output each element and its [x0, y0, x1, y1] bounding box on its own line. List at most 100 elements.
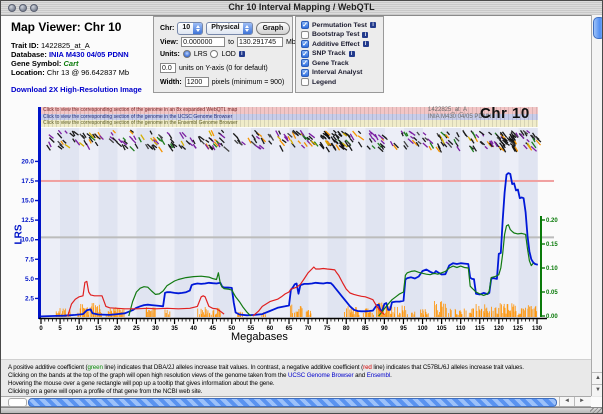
svg-text:0.00: 0.00: [546, 314, 558, 320]
overlay-trait-id: 1422825_at_A: [428, 107, 467, 113]
additive-effect-info-icon[interactable]: [363, 41, 369, 47]
units-lod-radio[interactable]: [210, 50, 218, 58]
svg-text:80: 80: [343, 326, 350, 332]
lrs-axis-title: LRS: [14, 225, 25, 245]
yaxis-units-input[interactable]: [160, 63, 176, 73]
plot-background-bands: [41, 128, 538, 318]
mapping-controls-panel: Chr: 10 Physical Graph View: to Mb Units…: [153, 16, 293, 93]
svg-text:0: 0: [39, 326, 43, 332]
snp-track-info-icon[interactable]: [349, 51, 355, 57]
svg-text:0.05: 0.05: [546, 290, 558, 296]
svg-text:0.15: 0.15: [546, 242, 558, 248]
width-hint: pixels (minimum = 900): [212, 79, 285, 86]
snp-track-label: SNP Track: [312, 50, 346, 57]
svg-text:10: 10: [76, 326, 83, 332]
option-gene-track[interactable]: Gene Track: [301, 59, 349, 67]
units-lrs-option: LRS: [194, 51, 208, 58]
interval-analyst-checkbox[interactable]: [301, 69, 309, 77]
option-bootstrap-test[interactable]: Bootstrap Test: [301, 31, 368, 39]
option-snp-track[interactable]: SNP Track: [301, 50, 355, 58]
help-line-2: Clicking on the bands at the top of the …: [8, 372, 392, 379]
option-legend[interactable]: Legend: [301, 78, 336, 86]
vertical-scrollbar-thumb[interactable]: [593, 17, 603, 39]
svg-text:105: 105: [437, 326, 448, 332]
legend-label: Legend: [312, 79, 336, 86]
window-titlebar: Chr 10 Interval Mapping / WebQTL: [1, 1, 602, 16]
legend-checkbox[interactable]: [301, 78, 309, 86]
trait-field-database[interactable]: Database: INIA M430 04/05 PDNN: [11, 50, 129, 59]
svg-text:2.5: 2.5: [25, 295, 34, 302]
svg-text:85: 85: [362, 326, 369, 332]
help-line-3: Hovering the mouse over a gene rectangle…: [8, 380, 274, 387]
permutation-test-label: Permutation Test: [312, 22, 367, 29]
trait-field-location: Location: Chr 13 @ 96.642837 Mb: [11, 68, 129, 77]
svg-text:45: 45: [209, 326, 216, 332]
chr-select-value: 10: [178, 23, 193, 34]
svg-text:130: 130: [532, 326, 543, 332]
snp-track-checkbox[interactable]: [301, 50, 309, 58]
permutation-test-checkbox[interactable]: [301, 21, 309, 29]
resize-grip-icon[interactable]: [590, 408, 602, 414]
width-label: Width:: [160, 79, 182, 86]
svg-text:5: 5: [58, 326, 62, 332]
svg-text:15: 15: [95, 326, 102, 332]
svg-text:70: 70: [305, 326, 312, 332]
svg-text:30: 30: [152, 326, 159, 332]
svg-text:90: 90: [381, 326, 388, 332]
units-info-icon[interactable]: [239, 51, 245, 57]
svg-text:0.10: 0.10: [546, 266, 558, 272]
interval-analyst-label: Interval Analyst: [312, 69, 362, 76]
units-lod-option: LOD: [221, 51, 235, 58]
width-input[interactable]: [185, 77, 209, 87]
gene-track-label: Gene Track: [312, 60, 349, 67]
units-label: Units:: [160, 51, 180, 58]
link-ucsc-genome-browser[interactable]: UCSC Genome Browser: [288, 372, 354, 379]
horizontal-scrollbar-thumb[interactable]: [28, 398, 557, 407]
chr-label: Chr:: [160, 25, 174, 32]
view-label: View:: [160, 39, 178, 46]
svg-text:20: 20: [114, 326, 121, 332]
svg-text:110: 110: [456, 326, 466, 332]
mapping-type-select[interactable]: Physical: [206, 22, 252, 35]
svg-text:115: 115: [475, 326, 485, 332]
graph-button[interactable]: Graph: [256, 22, 291, 35]
horizontal-scrollbar[interactable]: ◄ ►: [1, 396, 591, 407]
track-options-panel: Permutation Test Bootstrap Test Additive E…: [295, 16, 384, 93]
gene-track-checkbox[interactable]: [301, 59, 309, 67]
mapping-type-value: Physical: [207, 23, 242, 34]
bootstrap-test-checkbox[interactable]: [301, 31, 309, 39]
bootstrap-test-info-icon[interactable]: [362, 32, 368, 38]
help-line-1: A positive additive coefficient (green l…: [8, 364, 524, 371]
legend-help-text: A positive additive coefficient (green l…: [1, 359, 602, 397]
option-permutation-test[interactable]: Permutation Test: [301, 21, 376, 29]
vertical-scrollbar[interactable]: ▲ ▼: [591, 15, 603, 396]
scroll-left-arrow-icon[interactable]: ◄: [559, 397, 574, 406]
trait-field-genesymbol: Gene Symbol: Cart: [11, 59, 79, 68]
x-axis-title: Megabases: [231, 331, 288, 343]
page-title: Map Viewer: Chr 10: [11, 20, 121, 34]
scroll-up-arrow-icon[interactable]: ▲: [592, 372, 603, 384]
svg-text:75: 75: [324, 326, 331, 332]
svg-text:5.0: 5.0: [25, 276, 34, 283]
option-interval-analyst[interactable]: Interval Analyst: [301, 69, 362, 77]
download-hires-link[interactable]: Download 2X High-Resolution Image: [11, 85, 142, 94]
units-lrs-radio[interactable]: [183, 50, 191, 58]
scroll-down-arrow-icon[interactable]: ▼: [592, 384, 603, 396]
chevron-updown-icon: [193, 23, 202, 34]
view-from-input[interactable]: [181, 37, 225, 47]
scroll-right-arrow-icon[interactable]: ►: [574, 397, 589, 406]
svg-text:15.0: 15.0: [21, 198, 34, 205]
link-ensembl[interactable]: Ensembl: [367, 372, 390, 379]
view-to-input[interactable]: [237, 37, 283, 47]
svg-text:17.5: 17.5: [21, 178, 34, 185]
bootstrap-test-label: Bootstrap Test: [312, 31, 359, 38]
additive-effect-checkbox[interactable]: [301, 40, 309, 48]
chr-select[interactable]: 10: [177, 22, 203, 35]
svg-text:95: 95: [400, 326, 407, 332]
svg-text:25: 25: [133, 326, 140, 332]
svg-text:35: 35: [171, 326, 178, 332]
band-ensembl[interactable]: Click to view the corresponding section …: [41, 120, 538, 127]
to-label: to: [228, 39, 234, 46]
option-additive-effect[interactable]: Additive Effect: [301, 40, 369, 48]
permutation-test-info-icon[interactable]: [370, 22, 376, 28]
